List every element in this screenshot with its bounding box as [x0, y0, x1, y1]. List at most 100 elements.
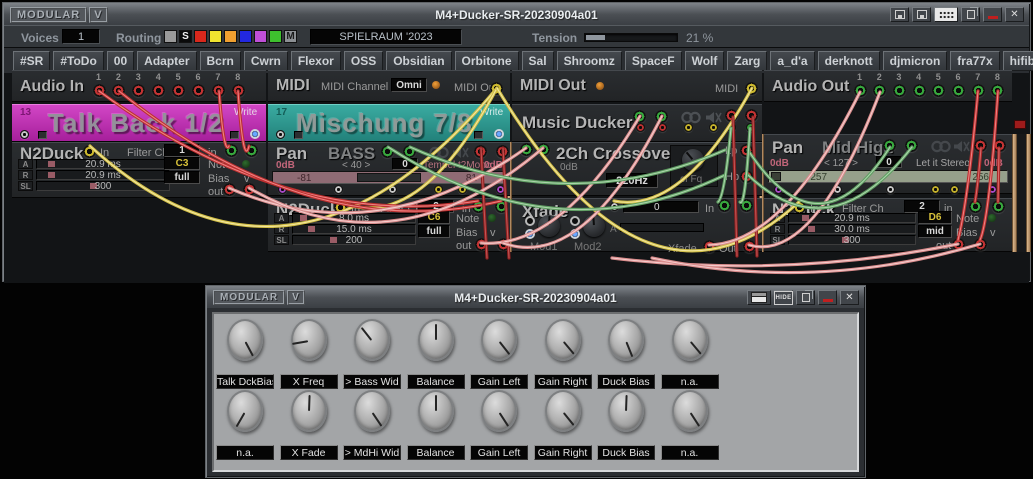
mini-button[interactable]	[38, 131, 47, 139]
mod-jack-purple[interactable]	[988, 185, 997, 194]
tab--sr[interactable]: #SR	[13, 51, 50, 71]
mod-jack-green[interactable]	[746, 123, 755, 132]
mod-jack-yellow[interactable]	[709, 123, 718, 132]
mod-jack-green[interactable]	[727, 123, 736, 132]
tab-wolf[interactable]: Wolf	[685, 51, 725, 71]
param-slider[interactable]: 20.9 ms	[36, 170, 170, 180]
write-radio[interactable]	[250, 129, 260, 139]
audio-jack-green[interactable]	[873, 84, 886, 97]
out-jack-red[interactable]	[703, 240, 716, 253]
voices-value[interactable]: 1	[62, 29, 100, 44]
routing-swatch[interactable]	[254, 30, 267, 43]
audio-jack-red[interactable]	[132, 84, 145, 97]
midi-channel-value[interactable]: Omni	[391, 78, 427, 92]
out-jack-red[interactable]	[974, 238, 987, 251]
freq-display[interactable]: 220Hz	[606, 173, 658, 188]
in-jack-green[interactable]	[520, 143, 533, 156]
param-slider[interactable]: 30.0 ms	[788, 224, 916, 234]
knob-gain-right[interactable]	[545, 390, 581, 432]
hp-out-jack[interactable]	[740, 170, 753, 183]
param-slider[interactable]: 8.0 ms	[292, 213, 416, 223]
out-jack-red[interactable]	[497, 238, 510, 251]
audio-jack-green[interactable]	[932, 84, 945, 97]
mod-jack-white[interactable]	[334, 185, 343, 194]
audio-jack-red[interactable]	[152, 84, 165, 97]
mod-jack-purple[interactable]	[278, 185, 287, 194]
write-radio[interactable]	[494, 129, 504, 139]
mod1-radio-a[interactable]	[525, 216, 535, 226]
param-slider[interactable]: 300	[36, 181, 170, 191]
tab-adapter[interactable]: Adapter	[137, 51, 196, 71]
mod-jack-red[interactable]	[658, 123, 667, 132]
tab-fra77x[interactable]: fra77x	[950, 51, 999, 71]
mod-jack-white[interactable]	[886, 185, 895, 194]
tab-derknott[interactable]: derknott	[818, 51, 880, 71]
routing-swatch-m[interactable]: M	[284, 30, 297, 43]
mod1-radio-b[interactable]	[525, 229, 535, 239]
tab-shroomz[interactable]: Shroomz	[557, 51, 622, 71]
param-slider[interactable]: 20.9 ms	[788, 213, 916, 223]
hide-button[interactable]: HIDE	[774, 290, 793, 305]
mod-jack-red[interactable]	[636, 123, 645, 132]
param-slider[interactable]: 20.9 ms	[36, 159, 170, 169]
tab-spacef[interactable]: SpaceF	[625, 51, 682, 71]
mod1-knob[interactable]	[538, 215, 560, 237]
tension-slider[interactable]	[584, 33, 678, 42]
param-slider[interactable]: 200	[292, 235, 416, 245]
tab--todo[interactable]: #ToDo	[53, 51, 103, 71]
param-slider[interactable]: 300	[788, 235, 916, 245]
mod-jack-white[interactable]	[833, 185, 842, 194]
audio-jack-red[interactable]	[112, 84, 125, 97]
mod-jack-purple[interactable]	[774, 185, 783, 194]
mini-button[interactable]	[474, 131, 483, 139]
mod-jack-yellow[interactable]	[950, 185, 959, 194]
tab-obsidian[interactable]: Obsidian	[386, 51, 451, 71]
mod-jack-yellow[interactable]	[684, 123, 693, 132]
note-value[interactable]: D6	[918, 211, 952, 224]
panel-titlebar[interactable]: M4+Ducker-SR-20230904a01 MODULAR V HIDE …	[207, 287, 864, 308]
window-view-icon[interactable]	[747, 290, 771, 305]
out-jack-red[interactable]	[243, 183, 256, 196]
audio-jack-red[interactable]	[192, 84, 205, 97]
tab-bcrn[interactable]: Bcrn	[200, 51, 241, 71]
patch-name-field[interactable]: SPIELRAUM '2023	[310, 29, 462, 45]
mod-jack-yellow[interactable]	[931, 185, 940, 194]
audio-jack-red[interactable]	[232, 84, 245, 97]
tab-zarg[interactable]: Zarg	[727, 51, 767, 71]
audio-jack-green[interactable]	[893, 84, 906, 97]
pages-icon[interactable]	[961, 7, 980, 22]
mod-jack-purple[interactable]	[496, 185, 505, 194]
out-jack-red[interactable]	[952, 238, 965, 251]
out-jack-red[interactable]	[475, 238, 488, 251]
param-slider[interactable]: 15.0 ms	[292, 224, 416, 234]
tab-oss[interactable]: OSS	[344, 51, 383, 71]
tab-flexor[interactable]: Flexor	[291, 51, 341, 71]
knob-x-fade[interactable]	[291, 390, 327, 432]
minimize-icon[interactable]	[818, 290, 837, 305]
audio-jack-red[interactable]	[172, 84, 185, 97]
routing-swatch[interactable]	[224, 30, 237, 43]
a-slider[interactable]	[620, 223, 704, 232]
in-jack-green[interactable]	[537, 143, 550, 156]
knob-gain-left[interactable]	[481, 390, 517, 432]
bias-value[interactable]: mid	[918, 225, 952, 238]
mod2-knob[interactable]	[583, 215, 605, 237]
tab-00[interactable]: 00	[107, 51, 134, 71]
mod-jack-yellow[interactable]	[458, 185, 467, 194]
audio-jack-green[interactable]	[991, 84, 1004, 97]
mod-jack-white[interactable]	[610, 202, 619, 211]
routing-swatch[interactable]	[209, 30, 222, 43]
out-jack-red[interactable]	[223, 183, 236, 196]
knob-n-a[interactable]	[672, 390, 708, 432]
save-as-icon[interactable]	[912, 7, 931, 22]
knob-n-a[interactable]	[227, 390, 263, 432]
mini-button[interactable]	[230, 131, 239, 139]
tab-sal[interactable]: Sal	[522, 51, 554, 71]
tab-hifiboom[interactable]: hifiboom	[1003, 51, 1033, 71]
in-jack-green[interactable]	[740, 199, 753, 212]
audio-jack-green[interactable]	[854, 84, 867, 97]
in-jack-green[interactable]	[718, 199, 731, 212]
mod2-radio-b[interactable]	[570, 229, 580, 239]
crossover-freq-knob[interactable]	[682, 149, 704, 171]
tab-cwrn[interactable]: Cwrn	[244, 51, 288, 71]
